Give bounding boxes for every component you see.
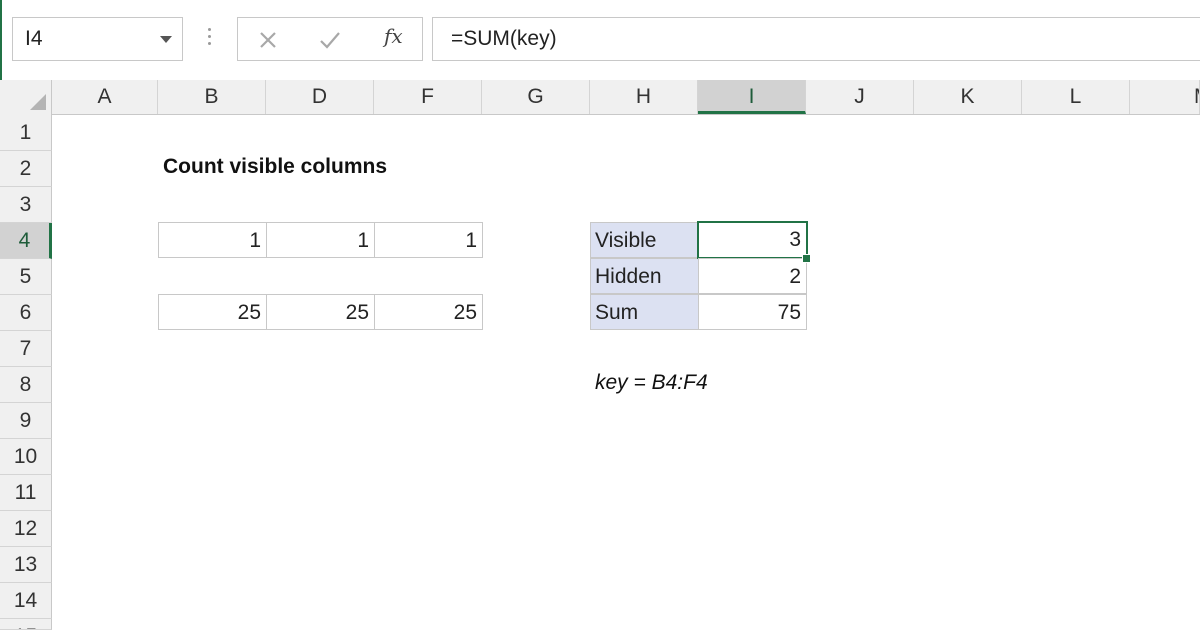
cell-f4[interactable]: 1 xyxy=(374,222,483,258)
fill-handle[interactable] xyxy=(802,254,811,263)
cell-i6[interactable]: 75 xyxy=(698,294,807,330)
cell-b6[interactable]: 25 xyxy=(158,294,267,330)
column-header-a[interactable]: A xyxy=(52,80,158,114)
sheet-title[interactable]: Count visible columns xyxy=(163,155,387,179)
row-header-6[interactable]: 6 xyxy=(0,295,52,331)
formula-buttons: fx xyxy=(237,17,423,61)
row-header-1[interactable]: 1 xyxy=(0,115,52,151)
cell-h4[interactable]: Visible xyxy=(590,222,699,258)
column-header-d[interactable]: D xyxy=(266,80,374,114)
row-header-7[interactable]: 7 xyxy=(0,331,52,367)
formula-input[interactable]: =SUM(key) xyxy=(432,17,1200,61)
row-header-9[interactable]: 9 xyxy=(0,403,52,439)
insert-function-button[interactable]: fx xyxy=(384,24,403,48)
column-header-g[interactable]: G xyxy=(482,80,590,114)
cell-d4[interactable]: 1 xyxy=(266,222,375,258)
column-header-m[interactable]: M xyxy=(1130,80,1200,114)
cell-h5[interactable]: Hidden xyxy=(590,258,699,294)
formula-bar-area: I4 fx =SUM(key) xyxy=(0,0,1200,80)
row-header-4[interactable]: 4 xyxy=(0,223,52,259)
column-header-i[interactable]: I xyxy=(698,80,806,114)
row-header-10[interactable]: 10 xyxy=(0,439,52,475)
cell-h6[interactable]: Sum xyxy=(590,294,699,330)
select-all-button[interactable] xyxy=(0,80,52,115)
drag-handle-icon[interactable] xyxy=(208,28,212,50)
select-all-icon xyxy=(30,94,46,110)
row-header-13[interactable]: 13 xyxy=(0,547,52,583)
chevron-down-icon[interactable] xyxy=(160,36,172,43)
row-header-12[interactable]: 12 xyxy=(0,511,52,547)
row-header-5[interactable]: 5 xyxy=(0,259,52,295)
cell-f6[interactable]: 25 xyxy=(374,294,483,330)
column-header-b[interactable]: B xyxy=(158,80,266,114)
named-range-note[interactable]: key = B4:F4 xyxy=(595,371,708,395)
row-header-2[interactable]: 2 xyxy=(0,151,52,187)
cancel-icon[interactable] xyxy=(252,24,284,56)
column-header-f[interactable]: F xyxy=(374,80,482,114)
row-header-3[interactable]: 3 xyxy=(0,187,52,223)
column-header-row: A B D F G H I J K L M xyxy=(0,80,1200,115)
enter-check-icon[interactable] xyxy=(314,24,346,56)
name-box-value: I4 xyxy=(25,27,43,50)
window-edge xyxy=(0,0,2,80)
column-header-h[interactable]: H xyxy=(590,80,698,114)
row-header-11[interactable]: 11 xyxy=(0,475,52,511)
cell-b4[interactable]: 1 xyxy=(158,222,267,258)
row-header-8[interactable]: 8 xyxy=(0,367,52,403)
column-header-j[interactable]: J xyxy=(806,80,914,114)
row-header-14[interactable]: 14 xyxy=(0,583,52,619)
column-header-k[interactable]: K xyxy=(914,80,1022,114)
formula-text: =SUM(key) xyxy=(451,27,557,50)
name-box[interactable]: I4 xyxy=(12,17,183,61)
row-header-15[interactable]: 15 xyxy=(0,619,52,630)
cell-i5[interactable]: 2 xyxy=(698,258,807,294)
cell-d6[interactable]: 25 xyxy=(266,294,375,330)
column-header-l[interactable]: L xyxy=(1022,80,1130,114)
cell-i4-active[interactable]: 3 xyxy=(697,221,808,259)
